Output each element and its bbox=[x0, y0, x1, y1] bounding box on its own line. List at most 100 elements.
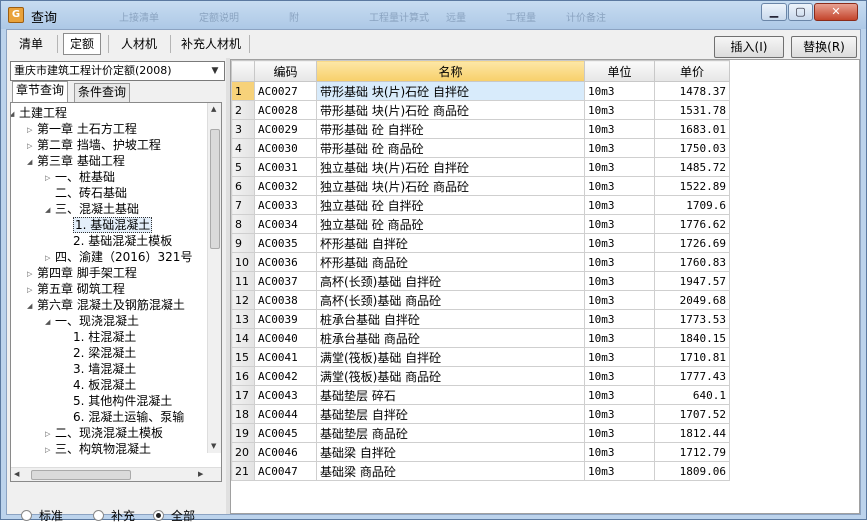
expanded-icon[interactable]: ◢ bbox=[45, 314, 50, 330]
price-cell[interactable]: 1531.78 bbox=[654, 100, 730, 120]
name-cell[interactable]: 高杯(长颈)基础 商品砼 bbox=[316, 290, 585, 310]
code-cell[interactable]: AC0034 bbox=[254, 214, 317, 234]
code-cell[interactable]: AC0047 bbox=[254, 461, 317, 481]
unit-cell[interactable]: 10m3 bbox=[584, 423, 655, 443]
column-header[interactable]: 单价 bbox=[654, 60, 730, 82]
price-cell[interactable]: 1478.37 bbox=[654, 81, 730, 101]
name-cell[interactable]: 杯形基础 自拌砼 bbox=[316, 233, 585, 253]
table-row[interactable]: 10 AC0036 杯形基础 商品砼 10m3 1760.83 bbox=[231, 252, 730, 272]
row-number[interactable]: 8 bbox=[231, 214, 255, 234]
scroll-right-icon[interactable]: ▶ bbox=[198, 470, 203, 478]
code-cell[interactable]: AC0046 bbox=[254, 442, 317, 462]
tab-extra-labor-material[interactable]: 补充人材机 bbox=[174, 33, 248, 55]
tree-node[interactable]: 5. 其他构件混凝土 bbox=[73, 393, 172, 409]
code-cell[interactable]: AC0037 bbox=[254, 271, 317, 291]
table-row[interactable]: 17 AC0043 基础垫层 碎石 10m3 640.1 bbox=[231, 385, 730, 405]
price-cell[interactable]: 1683.01 bbox=[654, 119, 730, 139]
price-cell[interactable]: 1707.52 bbox=[654, 404, 730, 424]
unit-cell[interactable]: 10m3 bbox=[584, 385, 655, 405]
row-number[interactable]: 11 bbox=[231, 271, 255, 291]
price-cell[interactable]: 1709.6 bbox=[654, 195, 730, 215]
name-cell[interactable]: 带形基础 砼 自拌砼 bbox=[316, 119, 585, 139]
row-number[interactable]: 17 bbox=[231, 385, 255, 405]
tree-node[interactable]: 3. 墙混凝土 bbox=[73, 361, 136, 377]
tree-node[interactable]: 1. 柱混凝土 bbox=[73, 329, 136, 345]
unit-cell[interactable]: 10m3 bbox=[584, 290, 655, 310]
code-cell[interactable]: AC0039 bbox=[254, 309, 317, 329]
collapsed-icon[interactable]: ▷ bbox=[45, 250, 50, 266]
collapsed-icon[interactable]: ▷ bbox=[45, 170, 50, 186]
unit-cell[interactable]: 10m3 bbox=[584, 138, 655, 158]
tab-bill[interactable]: 清单 bbox=[12, 33, 50, 55]
expanded-icon[interactable]: ◢ bbox=[11, 106, 14, 122]
name-cell[interactable]: 基础垫层 自拌砼 bbox=[316, 404, 585, 424]
table-row[interactable]: 1 AC0027 带形基础 块(片)石砼 自拌砼 10m3 1478.37 bbox=[231, 81, 730, 101]
column-header[interactable]: 名称 bbox=[316, 60, 585, 82]
unit-cell[interactable]: 10m3 bbox=[584, 233, 655, 253]
name-cell[interactable]: 带形基础 砼 商品砼 bbox=[316, 138, 585, 158]
price-cell[interactable]: 1485.72 bbox=[654, 157, 730, 177]
tree-node[interactable]: 2. 梁混凝土 bbox=[73, 345, 136, 361]
expanded-icon[interactable]: ◢ bbox=[45, 202, 50, 218]
name-cell[interactable]: 独立基础 砼 自拌砼 bbox=[316, 195, 585, 215]
row-number[interactable]: 12 bbox=[231, 290, 255, 310]
table-row[interactable]: 15 AC0041 满堂(筏板)基础 自拌砼 10m3 1710.81 bbox=[231, 347, 730, 367]
unit-cell[interactable]: 10m3 bbox=[584, 271, 655, 291]
tree-node[interactable]: ◢ 一、现浇混凝土 bbox=[45, 313, 139, 329]
table-row[interactable]: 2 AC0028 带形基础 块(片)石砼 商品砼 10m3 1531.78 bbox=[231, 100, 730, 120]
collapsed-icon[interactable]: ▷ bbox=[45, 442, 50, 458]
row-number[interactable]: 5 bbox=[231, 157, 255, 177]
unit-cell[interactable]: 10m3 bbox=[584, 157, 655, 177]
price-cell[interactable]: 1773.53 bbox=[654, 309, 730, 329]
tree-node[interactable]: ▷ 第二章 挡墙、护坡工程 bbox=[27, 137, 161, 153]
row-number[interactable]: 14 bbox=[231, 328, 255, 348]
name-cell[interactable]: 满堂(筏板)基础 自拌砼 bbox=[316, 347, 585, 367]
collapsed-icon[interactable]: ▷ bbox=[27, 282, 32, 298]
tree-node[interactable]: ▷ 二、现浇混凝土模板 bbox=[45, 425, 163, 441]
price-cell[interactable]: 2049.68 bbox=[654, 290, 730, 310]
table-row[interactable]: 4 AC0030 带形基础 砼 商品砼 10m3 1750.03 bbox=[231, 138, 730, 158]
code-cell[interactable]: AC0038 bbox=[254, 290, 317, 310]
price-cell[interactable]: 1710.81 bbox=[654, 347, 730, 367]
row-number[interactable]: 21 bbox=[231, 461, 255, 481]
price-cell[interactable]: 1812.44 bbox=[654, 423, 730, 443]
name-cell[interactable]: 桩承台基础 自拌砼 bbox=[316, 309, 585, 329]
table-row[interactable]: 14 AC0040 桩承台基础 商品砼 10m3 1840.15 bbox=[231, 328, 730, 348]
tab-condition-search[interactable]: 条件查询 bbox=[74, 83, 131, 102]
tree-node[interactable]: ◢ 三、混凝土基础 bbox=[45, 201, 139, 217]
code-cell[interactable]: AC0029 bbox=[254, 119, 317, 139]
unit-cell[interactable]: 10m3 bbox=[584, 309, 655, 329]
scroll-thumb[interactable] bbox=[31, 470, 131, 480]
quota-grid[interactable]: 编码 名称 单位 单价 1 AC0027 带形基础 块(片)石砼 自拌砼 10m3 1478.… bbox=[230, 59, 860, 514]
collapsed-icon[interactable]: ▷ bbox=[27, 138, 32, 154]
quota-library-select[interactable]: 重庆市建筑工程计价定额(2008) ▼ bbox=[10, 61, 225, 81]
insert-button[interactable]: 插入(I) bbox=[714, 36, 784, 58]
table-row[interactable]: 11 AC0037 高杯(长颈)基础 自拌砼 10m3 1947.57 bbox=[231, 271, 730, 291]
tab-quota[interactable]: 定额 bbox=[63, 33, 102, 55]
code-cell[interactable]: AC0028 bbox=[254, 100, 317, 120]
price-cell[interactable]: 1522.89 bbox=[654, 176, 730, 196]
row-number[interactable]: 10 bbox=[231, 252, 255, 272]
price-cell[interactable]: 1777.43 bbox=[654, 366, 730, 386]
row-number[interactable]: 4 bbox=[231, 138, 255, 158]
row-number[interactable]: 13 bbox=[231, 309, 255, 329]
table-row[interactable]: 8 AC0034 独立基础 砼 商品砼 10m3 1776.62 bbox=[231, 214, 730, 234]
name-cell[interactable]: 基础梁 商品砼 bbox=[316, 461, 585, 481]
code-cell[interactable]: AC0040 bbox=[254, 328, 317, 348]
row-number[interactable]: 2 bbox=[231, 100, 255, 120]
code-cell[interactable]: AC0035 bbox=[254, 233, 317, 253]
name-cell[interactable]: 独立基础 砼 商品砼 bbox=[316, 214, 585, 234]
tree-node[interactable]: 2. 基础混凝土模板 bbox=[73, 233, 172, 249]
row-number[interactable]: 6 bbox=[231, 176, 255, 196]
name-cell[interactable]: 带形基础 块(片)石砼 自拌砼 bbox=[316, 81, 585, 101]
code-cell[interactable]: AC0032 bbox=[254, 176, 317, 196]
row-number[interactable]: 18 bbox=[231, 404, 255, 424]
table-row[interactable]: 16 AC0042 满堂(筏板)基础 商品砼 10m3 1777.43 bbox=[231, 366, 730, 386]
unit-cell[interactable]: 10m3 bbox=[584, 442, 655, 462]
unit-cell[interactable]: 10m3 bbox=[584, 214, 655, 234]
table-row[interactable]: 20 AC0046 基础梁 自拌砼 10m3 1712.79 bbox=[231, 442, 730, 462]
code-cell[interactable]: AC0043 bbox=[254, 385, 317, 405]
maximize-button[interactable]: ▢ bbox=[788, 3, 813, 21]
name-cell[interactable]: 基础垫层 碎石 bbox=[316, 385, 585, 405]
column-header[interactable]: 单位 bbox=[584, 60, 655, 82]
